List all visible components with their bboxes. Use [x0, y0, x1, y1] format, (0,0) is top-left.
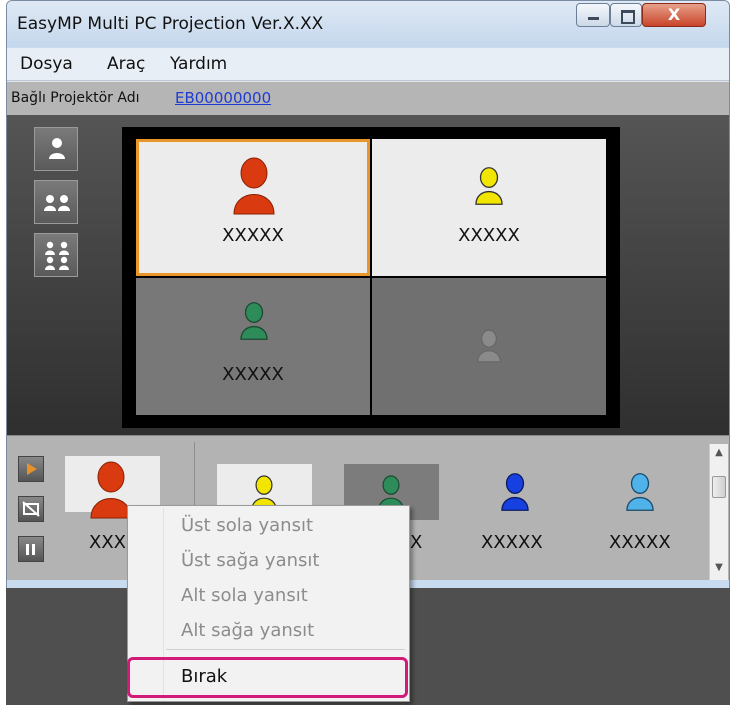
cell-user-name: XXXXX [222, 225, 284, 246]
list-item-name: XXXXX [609, 532, 671, 553]
user-icon [240, 302, 268, 340]
four-users-icon [45, 241, 69, 270]
menu-item-project-bottom-right[interactable]: Alt sağa yansıt [181, 620, 314, 641]
menu-item-project-top-right[interactable]: Üst sağa yansıt [181, 550, 319, 571]
list-item[interactable] [65, 456, 160, 519]
window-title: EasyMP Multi PC Projection Ver.X.XX [17, 14, 324, 34]
scroll-up-icon[interactable]: ▲ [710, 444, 728, 462]
single-user-icon [49, 138, 65, 159]
list-item-name: XXXXX [481, 532, 543, 553]
two-users-icon [44, 195, 70, 211]
screen-cell-top-right[interactable]: XXXXX [372, 139, 606, 276]
stop-display-icon [22, 501, 40, 517]
two-screen-button[interactable] [34, 180, 78, 224]
close-button[interactable]: X [642, 3, 706, 27]
title-bar: EasyMP Multi PC Projection Ver.X.XX X [7, 1, 729, 47]
list-item[interactable] [467, 464, 562, 520]
app-window: EasyMP Multi PC Projection Ver.X.XX X Do… [6, 0, 730, 590]
menu-file[interactable]: Dosya [20, 54, 73, 74]
menu-bar: Dosya Araç Yardım [7, 48, 729, 81]
vertical-scrollbar[interactable]: ▲ ▼ [709, 444, 728, 580]
menu-item-project-bottom-left[interactable]: Alt sola yansıt [181, 585, 308, 606]
user-icon [233, 157, 275, 215]
empty-user-icon [477, 329, 501, 363]
projector-name-link[interactable]: EB00000000 [175, 89, 271, 107]
maximize-button[interactable] [610, 3, 642, 27]
cell-user-name: XXXXX [222, 364, 284, 385]
pause-icon [26, 544, 29, 555]
screen-cell-bottom-right[interactable] [372, 278, 606, 415]
single-screen-button[interactable] [34, 127, 78, 171]
play-icon [27, 463, 37, 475]
list-item[interactable] [595, 464, 690, 520]
menu-help[interactable]: Yardım [170, 54, 227, 74]
minimize-icon [588, 17, 599, 20]
maximize-icon [621, 10, 635, 24]
stop-display-button[interactable] [18, 496, 44, 522]
menu-tools[interactable]: Araç [107, 54, 145, 74]
screen-cell-bottom-left[interactable]: XXXXX [136, 278, 370, 415]
screen-cell-top-left[interactable]: XXXXX [136, 139, 370, 276]
user-icon [475, 167, 503, 205]
cell-user-name: XXXXX [458, 225, 520, 246]
release-highlight [127, 657, 408, 698]
projector-bar: Bağlı Projektör Adı EB00000000 [7, 81, 729, 116]
user-icon [626, 473, 654, 511]
menu-item-project-top-left[interactable]: Üst sola yansıt [181, 515, 313, 536]
list-item-name: X [410, 532, 423, 553]
scroll-down-icon[interactable]: ▼ [710, 559, 728, 577]
scroll-thumb[interactable] [712, 476, 726, 498]
list-item-name: XXX [89, 532, 126, 553]
minimize-button[interactable] [576, 3, 610, 27]
pause-button[interactable] [18, 536, 44, 562]
play-button[interactable] [18, 456, 44, 482]
menu-separator [166, 649, 405, 650]
projection-area: XXXXX XXXXX XXXXX [7, 115, 729, 435]
user-icon [501, 473, 529, 511]
projection-screen: XXXXX XXXXX XXXXX [122, 127, 620, 428]
projector-label: Bağlı Projektör Adı [11, 90, 140, 106]
four-screen-button[interactable] [34, 233, 78, 277]
